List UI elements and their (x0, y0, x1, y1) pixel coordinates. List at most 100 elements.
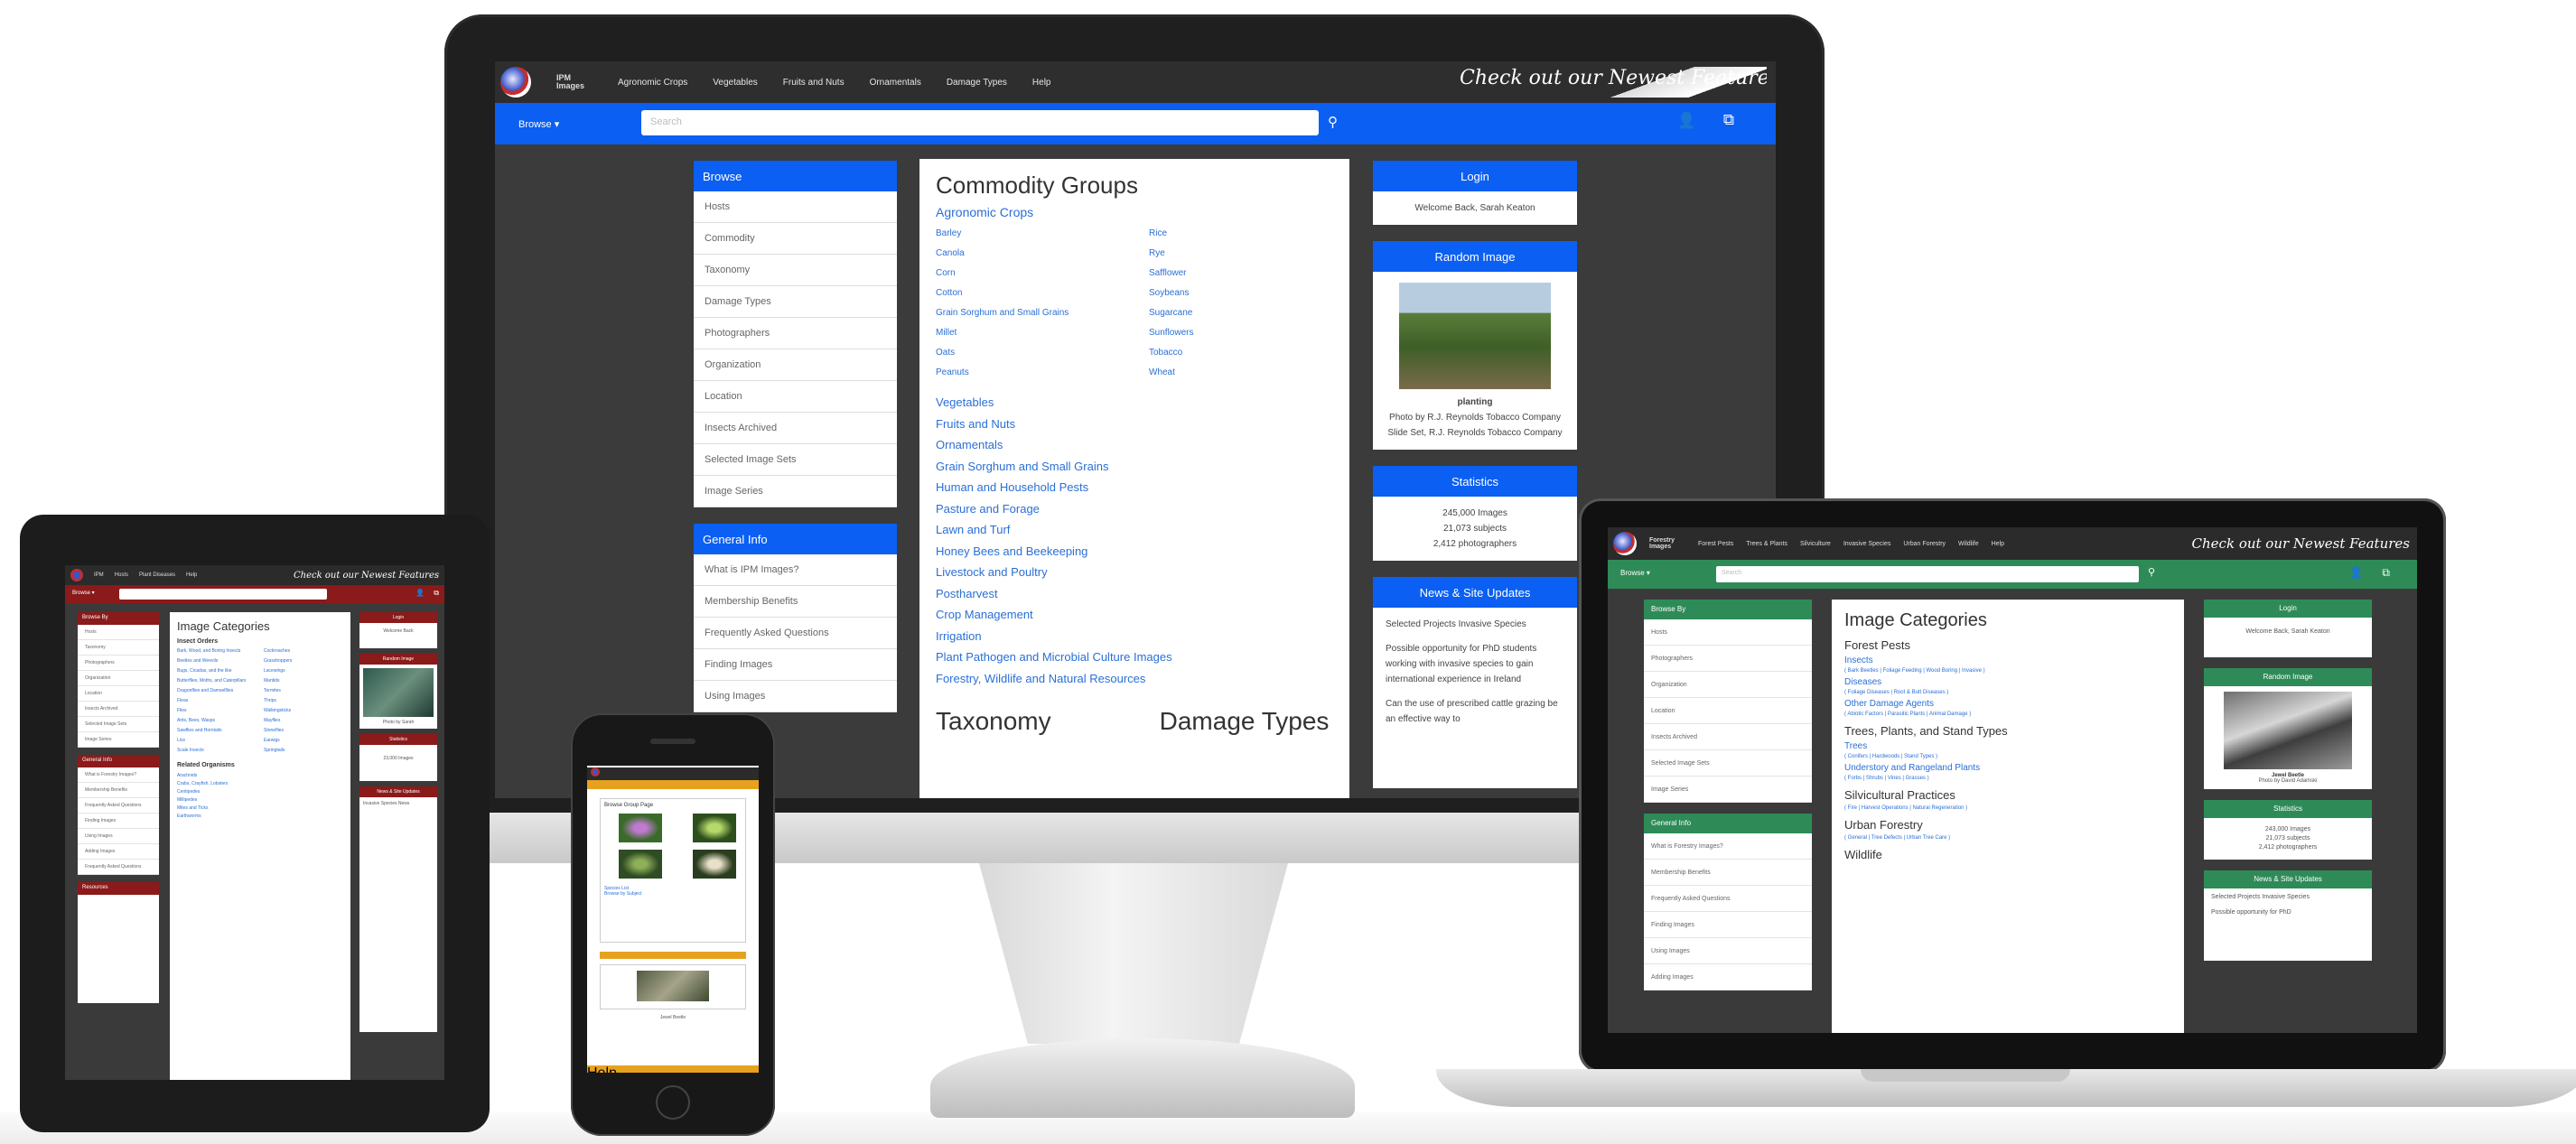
category-link[interactable]: Fruits and Nuts (936, 417, 1349, 431)
laptop-nav-item[interactable]: Forest Pests (1698, 541, 1733, 547)
browse-item[interactable]: Image Series (694, 476, 897, 507)
tablet-random-photo[interactable] (363, 668, 434, 717)
laptop-feature-banner[interactable]: Check out our Newest Features (2192, 535, 2410, 552)
tablet-related-link[interactable]: Mites and Ticks (177, 805, 343, 813)
category-link[interactable]: Irrigation (936, 629, 1349, 643)
category-link[interactable]: Forestry, Wildlife and Natural Resources (936, 672, 1349, 685)
laptop-search-input[interactable]: Search (1716, 566, 2139, 582)
nav-help[interactable]: Help (1032, 78, 1051, 88)
tablet-nav-item[interactable]: Help (186, 572, 197, 578)
laptop-general-item[interactable]: Adding Images (1644, 964, 1812, 991)
laptop-section-sublinks[interactable]: ( Forbs | Shrubs | Vines | Grasses ) (1844, 776, 2171, 781)
nav-ornamentals[interactable]: Ornamentals (870, 78, 921, 88)
general-item[interactable]: Using Images (694, 681, 897, 712)
tablet-category-link[interactable]: Ants, Bees, Wasps (177, 718, 264, 723)
general-item[interactable]: Frequently Asked Questions (694, 618, 897, 649)
tablet-category-link[interactable]: Bugs, Cicadas, and the like (177, 668, 264, 674)
phone-search-bar[interactable] (587, 780, 759, 789)
laptop-section-sublinks[interactable]: ( Conifers | Hardwoods | Stand Types ) (1844, 754, 2171, 759)
tablet-category-link[interactable]: Termites (264, 688, 340, 693)
tablet-feature-banner[interactable]: Check out our Newest Features (294, 571, 439, 581)
tablet-category-link[interactable]: Bark, Wood, and Boring Insects (177, 648, 264, 654)
laptop-nav-item[interactable]: Trees & Plants (1746, 541, 1787, 547)
category-link[interactable]: Postharvest (936, 587, 1349, 600)
ipm-logo-icon[interactable] (500, 67, 531, 98)
category-link[interactable]: Pasture and Forage (936, 502, 1349, 516)
login-panel[interactable]: Welcome Back, Sarah Keaton (1373, 191, 1577, 225)
laptop-section-link[interactable]: Other Damage Agents (1844, 699, 2171, 709)
logo-text[interactable]: IPM Images (556, 74, 593, 90)
tablet-category-link[interactable]: Lice (177, 738, 264, 743)
laptop-section-link[interactable]: Trees (1844, 741, 2171, 751)
phone-help-bar[interactable]: Help (587, 1065, 759, 1073)
tablet-lightbox-icon[interactable]: ⧉ (434, 589, 439, 598)
laptop-browse-item[interactable]: Organization (1644, 672, 1812, 698)
laptop-section-link[interactable]: Understory and Rangeland Plants (1844, 763, 2171, 773)
tablet-category-link[interactable]: Flies (177, 708, 264, 713)
browse-item[interactable]: Location (694, 381, 897, 413)
tablet-related-link[interactable]: Arachnids (177, 772, 343, 780)
category-link[interactable]: Plant Pathogen and Microbial Culture Ima… (936, 650, 1349, 664)
laptop-browse-item[interactable]: Insects Archived (1644, 724, 1812, 750)
laptop-browse-item[interactable]: Image Series (1644, 777, 1812, 803)
category-link[interactable]: Ornamentals (936, 438, 1349, 451)
tablet-general-item[interactable]: What is Forestry Images? (78, 767, 159, 783)
browse-item[interactable]: Photographers (694, 318, 897, 349)
crop-link[interactable]: Canola (936, 248, 1149, 258)
tablet-related-link[interactable]: Earthworms (177, 813, 343, 821)
browse-item[interactable]: Hosts (694, 191, 897, 223)
random-image-photo[interactable] (1399, 283, 1551, 389)
crop-link[interactable]: Wheat (1149, 367, 1330, 377)
laptop-section-sublinks[interactable]: ( Fire | Harvest Operations | Natural Re… (1844, 805, 2171, 811)
category-link[interactable]: Grain Sorghum and Small Grains (936, 460, 1349, 473)
general-item[interactable]: Membership Benefits (694, 586, 897, 618)
crop-link[interactable]: Sugarcane (1149, 308, 1330, 318)
phone-random-photo[interactable] (637, 971, 709, 1001)
laptop-news-item[interactable]: Possible opportunity for PhD (2211, 909, 2365, 916)
tablet-category-link[interactable]: Beetles and Weevils (177, 658, 264, 664)
category-link[interactable]: Crop Management (936, 608, 1349, 621)
laptop-nav-item[interactable]: Urban Forestry (1903, 541, 1946, 547)
phone-thumbnail[interactable] (693, 814, 736, 842)
tablet-login-panel[interactable]: Welcome Back (359, 623, 437, 648)
crop-link[interactable]: Corn (936, 268, 1149, 278)
crop-link[interactable]: Safflower (1149, 268, 1330, 278)
tablet-news-panel[interactable]: Invasive Species News (359, 797, 437, 1032)
crop-link[interactable]: Millet (936, 328, 1149, 338)
tablet-user-icon[interactable]: 👤 (415, 589, 425, 597)
tablet-browse-item[interactable]: Hosts (78, 625, 159, 640)
crop-link[interactable]: Barley (936, 228, 1149, 238)
tablet-browse-item[interactable]: Location (78, 686, 159, 702)
laptop-nav-item[interactable]: Wildlife (1958, 541, 1979, 547)
browse-dropdown[interactable]: Browse ▾ (518, 118, 609, 130)
laptop-news-item[interactable]: Selected Projects Invasive Species (2211, 894, 2365, 900)
laptop-general-item[interactable]: Using Images (1644, 938, 1812, 964)
new-features-banner[interactable]: Check out our Newest Features (1460, 67, 1767, 98)
browse-item[interactable]: Damage Types (694, 286, 897, 318)
user-icon[interactable]: 👤 (1677, 112, 1696, 130)
laptop-logo-text[interactable]: Forestry Images (1649, 537, 1685, 550)
phone-logo-icon[interactable] (591, 767, 600, 777)
tablet-browse-item[interactable]: Photographers (78, 656, 159, 671)
phone-thumbnail[interactable] (619, 850, 662, 879)
laptop-login-panel[interactable]: Welcome Back, Sarah Keaton (2204, 618, 2372, 657)
laptop-section-sublinks[interactable]: ( Abiotic Factors | Parasitic Plants | A… (1844, 712, 2171, 717)
laptop-nav-item[interactable]: Silviculture (1800, 541, 1831, 547)
laptop-general-item[interactable]: Finding Images (1644, 912, 1812, 938)
tablet-logo-icon[interactable] (70, 569, 83, 581)
laptop-random-photo[interactable] (2224, 692, 2352, 769)
laptop-browse-item[interactable]: Hosts (1644, 619, 1812, 646)
phone-thumbnail[interactable] (619, 814, 662, 842)
tablet-category-link[interactable]: Springtails (264, 748, 340, 753)
crop-link[interactable]: Cotton (936, 288, 1149, 298)
laptop-browse-item[interactable]: Location (1644, 698, 1812, 724)
category-link[interactable]: Honey Bees and Beekeeping (936, 544, 1349, 558)
tablet-browse-item[interactable]: Insects Archived (78, 702, 159, 717)
laptop-nav-item[interactable]: Help (1992, 541, 2004, 547)
tablet-general-item[interactable]: Adding Images (78, 844, 159, 860)
tablet-general-item[interactable]: Frequently Asked Questions (78, 860, 159, 875)
tablet-category-link[interactable]: Butterflies, Moths, and Caterpillars (177, 678, 264, 684)
laptop-section-link[interactable]: Diseases (1844, 677, 2171, 687)
crop-link[interactable]: Sunflowers (1149, 328, 1330, 338)
crop-link[interactable]: Tobacco (1149, 348, 1330, 358)
